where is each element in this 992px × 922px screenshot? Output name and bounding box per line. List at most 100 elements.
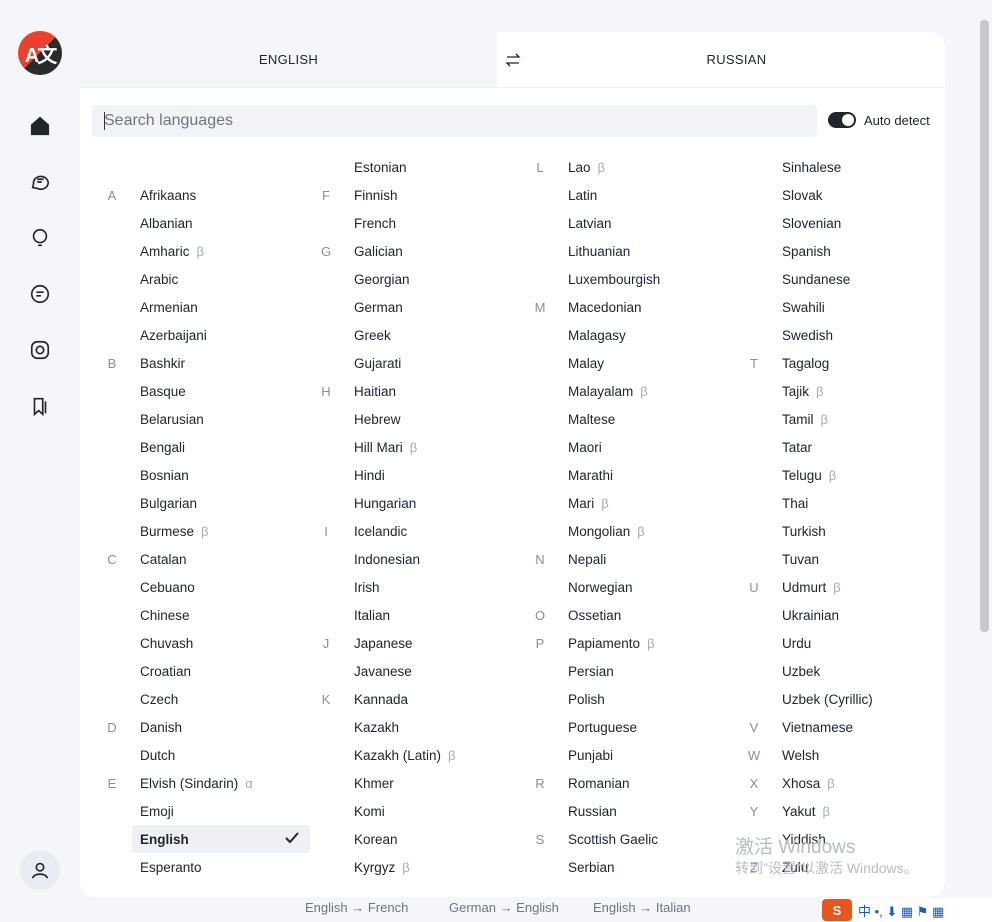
language-option[interactable]: Bosnian [100, 461, 314, 489]
language-option[interactable]: Serbian [528, 853, 742, 881]
language-option[interactable]: Bulgarian [100, 489, 314, 517]
message-square-icon[interactable] [28, 282, 52, 306]
language-option[interactable]: Sundanese [742, 265, 945, 293]
language-option[interactable]: Portuguese [528, 713, 742, 741]
language-option[interactable]: M Macedonian [528, 293, 742, 321]
language-option[interactable]: Cebuano [100, 573, 314, 601]
language-option[interactable]: Ukrainian [742, 601, 945, 629]
language-option[interactable]: Persian [528, 657, 742, 685]
language-option[interactable]: Spanish [742, 237, 945, 265]
camera-icon[interactable] [28, 338, 52, 362]
home-icon[interactable] [28, 114, 52, 138]
language-option[interactable]: Albanian [100, 209, 314, 237]
ime-badge[interactable]: S [822, 899, 852, 921]
language-option[interactable]: Czech [100, 685, 314, 713]
language-option[interactable]: K Kannada [314, 685, 528, 713]
language-option[interactable]: Uzbek (Cyrillic) [742, 685, 945, 713]
language-option[interactable]: Hungarian [314, 489, 528, 517]
language-option[interactable]: Kazakh (Latin) β [314, 741, 528, 769]
language-option[interactable]: Tajik β [742, 377, 945, 405]
language-option[interactable]: Sinhalese [742, 153, 945, 181]
language-option[interactable]: G Galician [314, 237, 528, 265]
language-option[interactable]: J Japanese [314, 629, 528, 657]
language-option[interactable]: Lithuanian [528, 237, 742, 265]
language-option[interactable]: English [100, 825, 314, 853]
language-option[interactable]: P Papiamento β [528, 629, 742, 657]
language-option[interactable]: Greek [314, 321, 528, 349]
language-option[interactable]: V Vietnamese [742, 713, 945, 741]
language-option[interactable]: D Danish [100, 713, 314, 741]
language-option[interactable]: Turkish [742, 517, 945, 545]
language-option[interactable]: U Udmurt β [742, 573, 945, 601]
language-option[interactable]: Korean [314, 825, 528, 853]
language-option[interactable]: Belarusian [100, 405, 314, 433]
language-option[interactable]: Amharic β [100, 237, 314, 265]
language-option[interactable]: Thai [742, 489, 945, 517]
language-option[interactable]: Emoji [100, 797, 314, 825]
language-option[interactable]: Indonesian [314, 545, 528, 573]
scrollbar[interactable] [980, 20, 989, 632]
language-option[interactable]: Malayalam β [528, 377, 742, 405]
language-option[interactable]: Basque [100, 377, 314, 405]
language-option[interactable]: Swedish [742, 321, 945, 349]
language-option[interactable]: Punjabi [528, 741, 742, 769]
language-option[interactable]: Russian [528, 797, 742, 825]
tab-source-language[interactable]: ENGLISH [80, 32, 497, 87]
language-option[interactable]: F Finnish [314, 181, 528, 209]
language-option[interactable]: A Afrikaans [100, 181, 314, 209]
lightbulb-icon[interactable] [28, 226, 52, 250]
language-option[interactable]: Mari β [528, 489, 742, 517]
language-option[interactable]: Hill Mari β [314, 433, 528, 461]
language-option[interactable]: Komi [314, 797, 528, 825]
language-option[interactable]: Dutch [100, 741, 314, 769]
language-option[interactable]: Kazakh [314, 713, 528, 741]
language-option[interactable]: Marathi [528, 461, 742, 489]
language-option[interactable]: Maltese [528, 405, 742, 433]
language-option[interactable]: O Ossetian [528, 601, 742, 629]
language-option[interactable]: Malay [528, 349, 742, 377]
language-option[interactable]: Uzbek [742, 657, 945, 685]
language-option[interactable]: Hindi [314, 461, 528, 489]
language-option[interactable]: Georgian [314, 265, 528, 293]
language-option[interactable]: Khmer [314, 769, 528, 797]
bookmarks-icon[interactable] [28, 394, 52, 418]
language-option[interactable]: Malagasy [528, 321, 742, 349]
language-option[interactable]: Y Yakut β [742, 797, 945, 825]
language-option[interactable]: Polish [528, 685, 742, 713]
language-option[interactable]: Kyrgyz β [314, 853, 528, 881]
language-option[interactable]: Arabic [100, 265, 314, 293]
language-option[interactable]: Javanese [314, 657, 528, 685]
language-option[interactable]: L Lao β [528, 153, 742, 181]
swap-arrows-icon[interactable] [497, 32, 528, 87]
translate-logo-icon[interactable]: A文 [18, 31, 62, 75]
language-option[interactable]: X Xhosa β [742, 769, 945, 797]
user-icon[interactable] [20, 850, 60, 890]
language-option[interactable]: Croatian [100, 657, 314, 685]
language-option[interactable]: Irish [314, 573, 528, 601]
language-option[interactable]: C Catalan [100, 545, 314, 573]
language-option[interactable]: R Romanian [528, 769, 742, 797]
language-option[interactable]: Latin [528, 181, 742, 209]
language-option[interactable]: N Nepali [528, 545, 742, 573]
language-option[interactable]: Tamil β [742, 405, 945, 433]
language-option[interactable]: W Welsh [742, 741, 945, 769]
language-option[interactable]: E Elvish (Sindarin) α [100, 769, 314, 797]
language-option[interactable]: Urdu [742, 629, 945, 657]
language-option[interactable]: Mongolian β [528, 517, 742, 545]
language-option[interactable]: B Bashkir [100, 349, 314, 377]
language-option[interactable]: Slovenian [742, 209, 945, 237]
language-option[interactable]: Armenian [100, 293, 314, 321]
language-option[interactable]: Gujarati [314, 349, 528, 377]
language-option[interactable]: Telugu β [742, 461, 945, 489]
language-option[interactable]: Latvian [528, 209, 742, 237]
language-option[interactable]: Chuvash [100, 629, 314, 657]
language-option[interactable]: Esperanto [100, 853, 314, 881]
language-option[interactable]: Bengali [100, 433, 314, 461]
language-option[interactable]: S Scottish Gaelic [528, 825, 742, 853]
search-languages-input[interactable] [92, 105, 817, 137]
language-option[interactable]: Maori [528, 433, 742, 461]
language-option[interactable]: Tuvan [742, 545, 945, 573]
language-option[interactable]: Estonian [314, 153, 528, 181]
language-option[interactable]: T Tagalog [742, 349, 945, 377]
language-option[interactable]: German [314, 293, 528, 321]
